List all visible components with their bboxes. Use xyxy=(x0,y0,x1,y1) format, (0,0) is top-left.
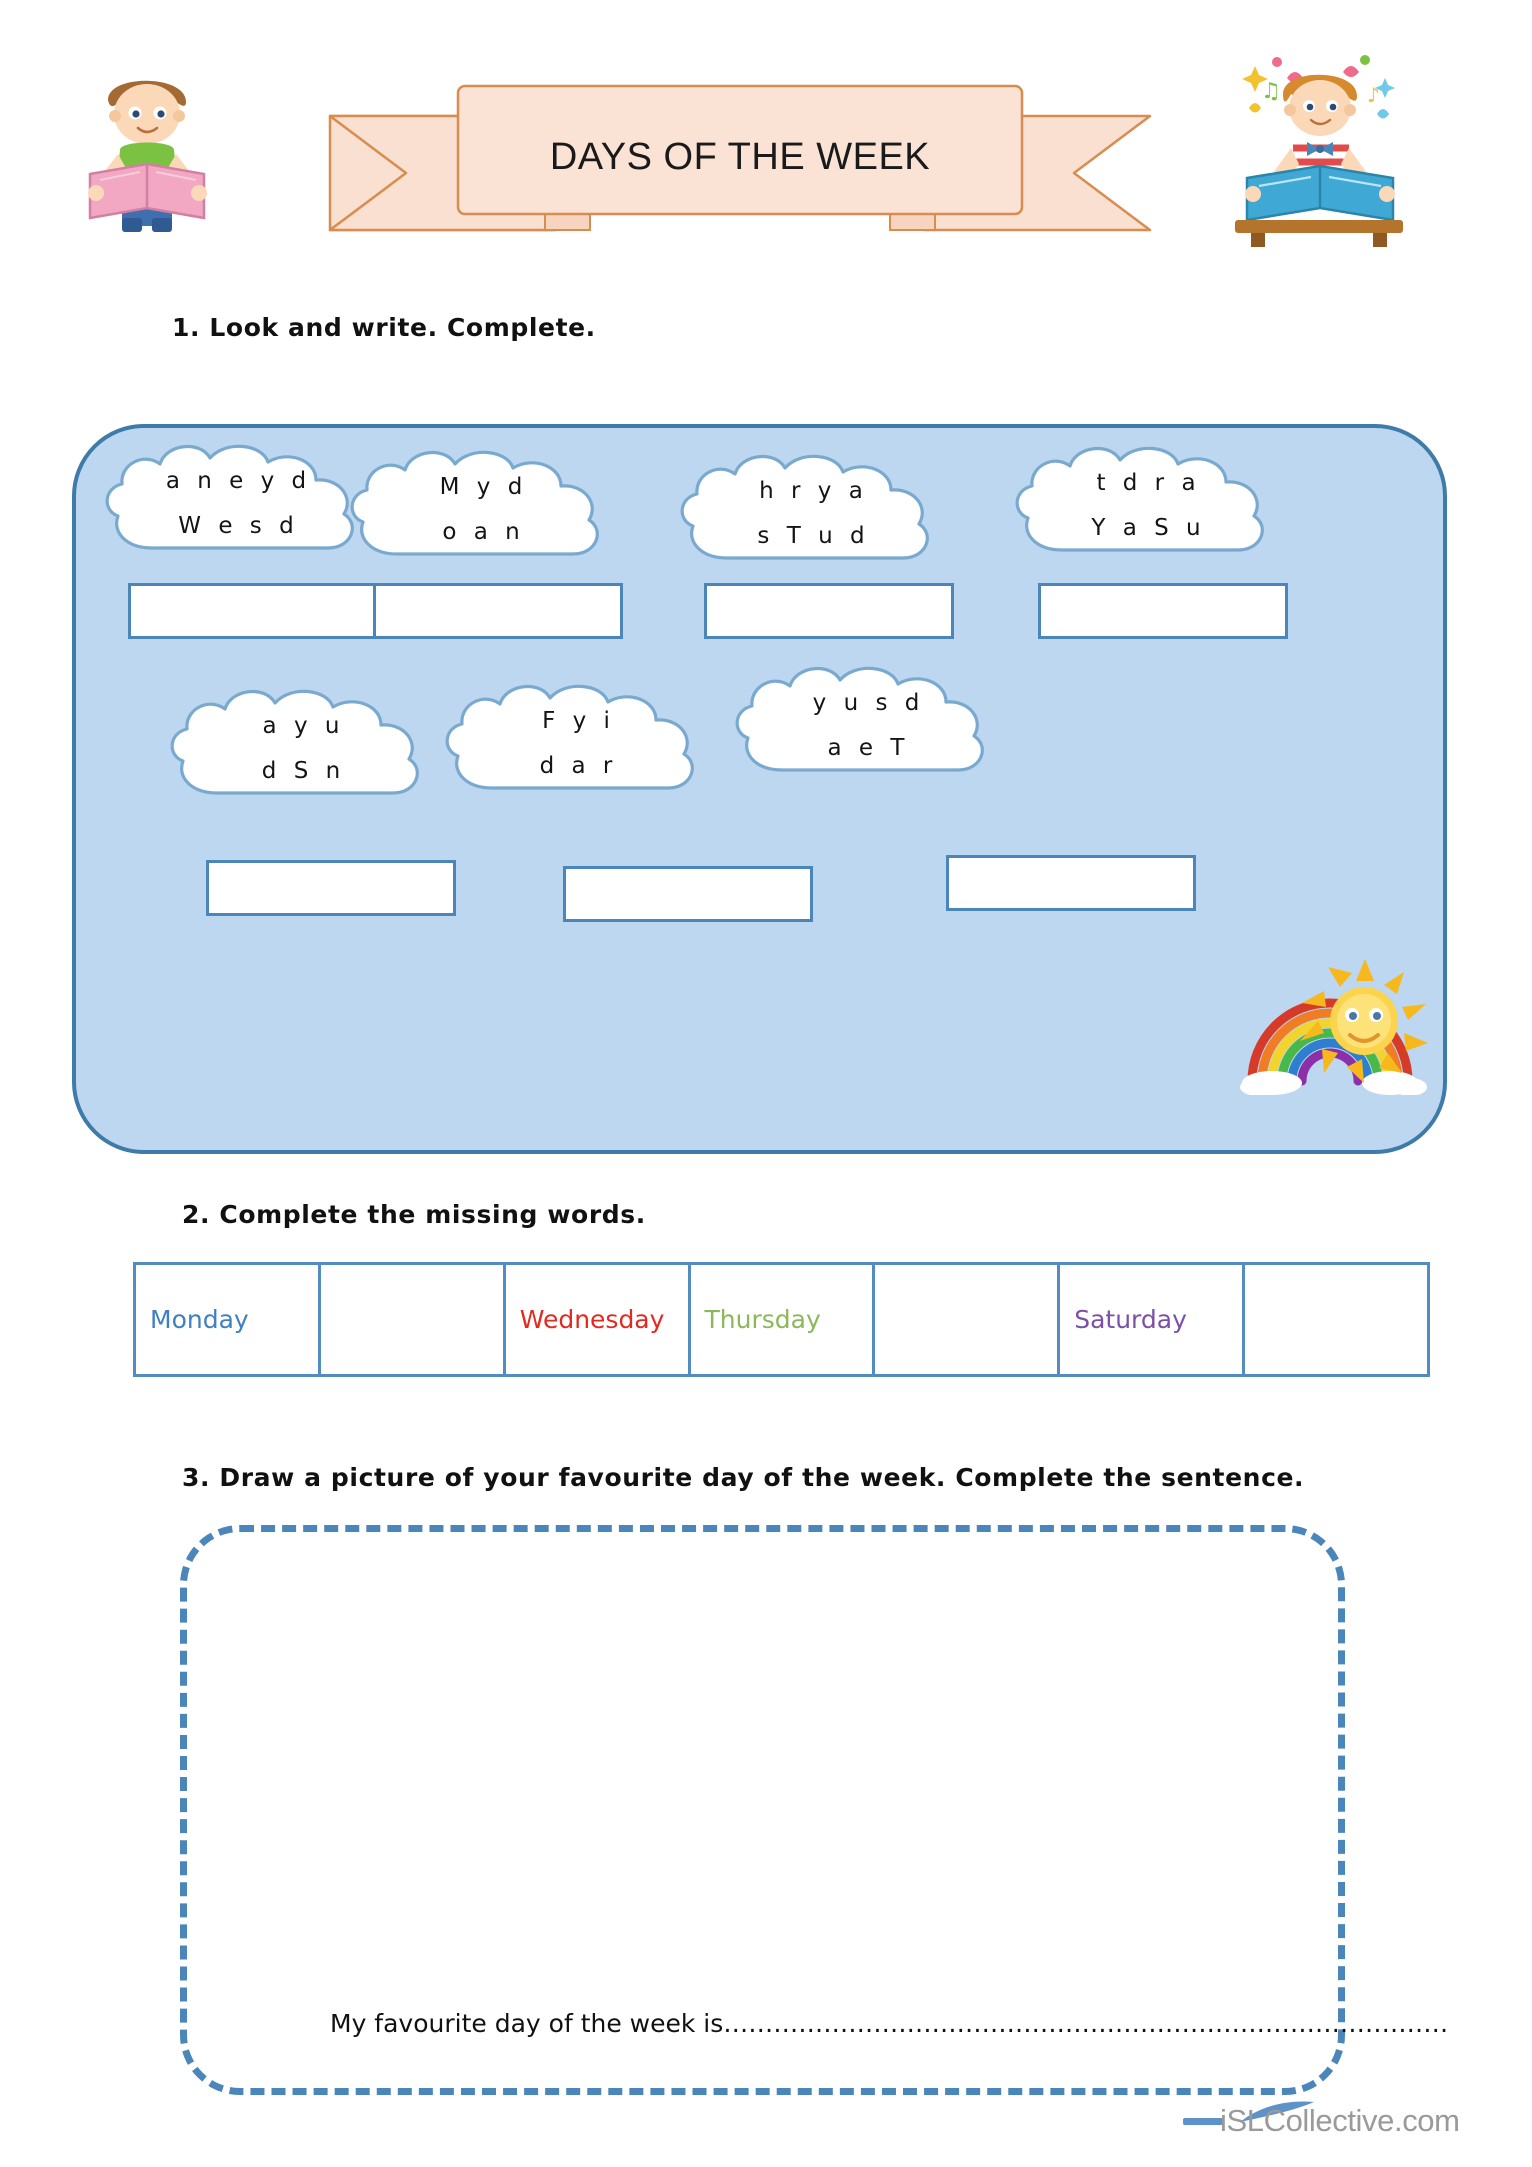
cloud-line-2: a e T xyxy=(827,734,910,761)
answer-input-box[interactable] xyxy=(1038,583,1288,639)
days-of-week-table: Monday Wednesday Thursday Saturday xyxy=(133,1262,1430,1377)
boy-reading-blue-book-icon: ♫ ♪ xyxy=(1235,55,1403,247)
cloud-line-2: s T u d xyxy=(757,522,870,549)
day-cell-6[interactable]: Saturday xyxy=(1057,1262,1246,1377)
watermark-dash-icon xyxy=(1183,2118,1223,2125)
answer-input-box[interactable] xyxy=(128,583,378,639)
day-cell-7[interactable] xyxy=(1242,1262,1430,1377)
cloud-line-1: M y d xyxy=(439,473,528,500)
cloud-line-1: y u s d xyxy=(812,689,925,716)
answer-input-box[interactable] xyxy=(563,866,813,922)
svg-text:♫: ♫ xyxy=(1261,79,1281,104)
day-cell-3[interactable]: Wednesday xyxy=(502,1262,691,1377)
cloud-line-1: h r y a xyxy=(759,477,868,504)
watermark-text: iSLCollective.com xyxy=(1220,2103,1460,2138)
answer-input-box[interactable] xyxy=(704,583,954,639)
cloud-line-2: W e s d xyxy=(178,512,299,539)
word-cloud: y u s d a e T xyxy=(726,658,1011,793)
answer-input-box[interactable] xyxy=(206,860,456,916)
word-cloud: h r y a s T u d xyxy=(671,446,956,581)
cloud-line-2: Y a S u xyxy=(1091,514,1206,541)
rainbow-sun-icon xyxy=(1240,959,1428,1095)
table-row: Monday Wednesday Thursday Saturday xyxy=(133,1262,1430,1377)
word-cloud: M y d o a n xyxy=(341,442,626,577)
cloud-line-2: d a r xyxy=(539,752,618,779)
day-cell-2[interactable] xyxy=(317,1262,506,1377)
day-cell-1[interactable]: Monday xyxy=(133,1262,321,1377)
day-cell-5[interactable] xyxy=(872,1262,1061,1377)
day-cell-4[interactable]: Thursday xyxy=(687,1262,876,1377)
svg-text:♪: ♪ xyxy=(1367,83,1380,107)
answer-input-box[interactable] xyxy=(373,583,623,639)
cloud-line-1: t d r a xyxy=(1096,469,1201,496)
word-cloud: a y u d S n xyxy=(161,681,446,816)
cloud-line-2: d S n xyxy=(261,757,346,784)
title-banner: DAYS OF THE WEEK xyxy=(320,78,1160,238)
page-title: DAYS OF THE WEEK xyxy=(549,136,931,178)
cloud-line-2: o a n xyxy=(442,518,525,545)
exercise-3-instruction: 3. Draw a picture of your favourite day … xyxy=(182,1463,1305,1492)
page-header: DAYS OF THE WEEK ♫ ♪ xyxy=(0,0,1532,270)
cloud-line-1: a y u xyxy=(262,712,345,739)
word-cloud: F y i d a r xyxy=(436,676,721,811)
cloud-line-1: a n e y d xyxy=(165,467,312,494)
answer-input-box[interactable] xyxy=(946,855,1196,911)
word-cloud: t d r a Y a S u xyxy=(1006,438,1291,573)
exercise-1-instruction: 1. Look and write. Complete. xyxy=(172,313,596,342)
favourite-day-sentence: My favourite day of the week is………………………… xyxy=(330,2009,1449,2038)
boy-reading-pink-book-icon xyxy=(88,80,207,232)
cloud-line-1: F y i xyxy=(542,707,615,734)
exercise-2-instruction: 2. Complete the missing words. xyxy=(182,1200,646,1229)
word-cloud: a n e y d W e s d xyxy=(96,436,381,571)
